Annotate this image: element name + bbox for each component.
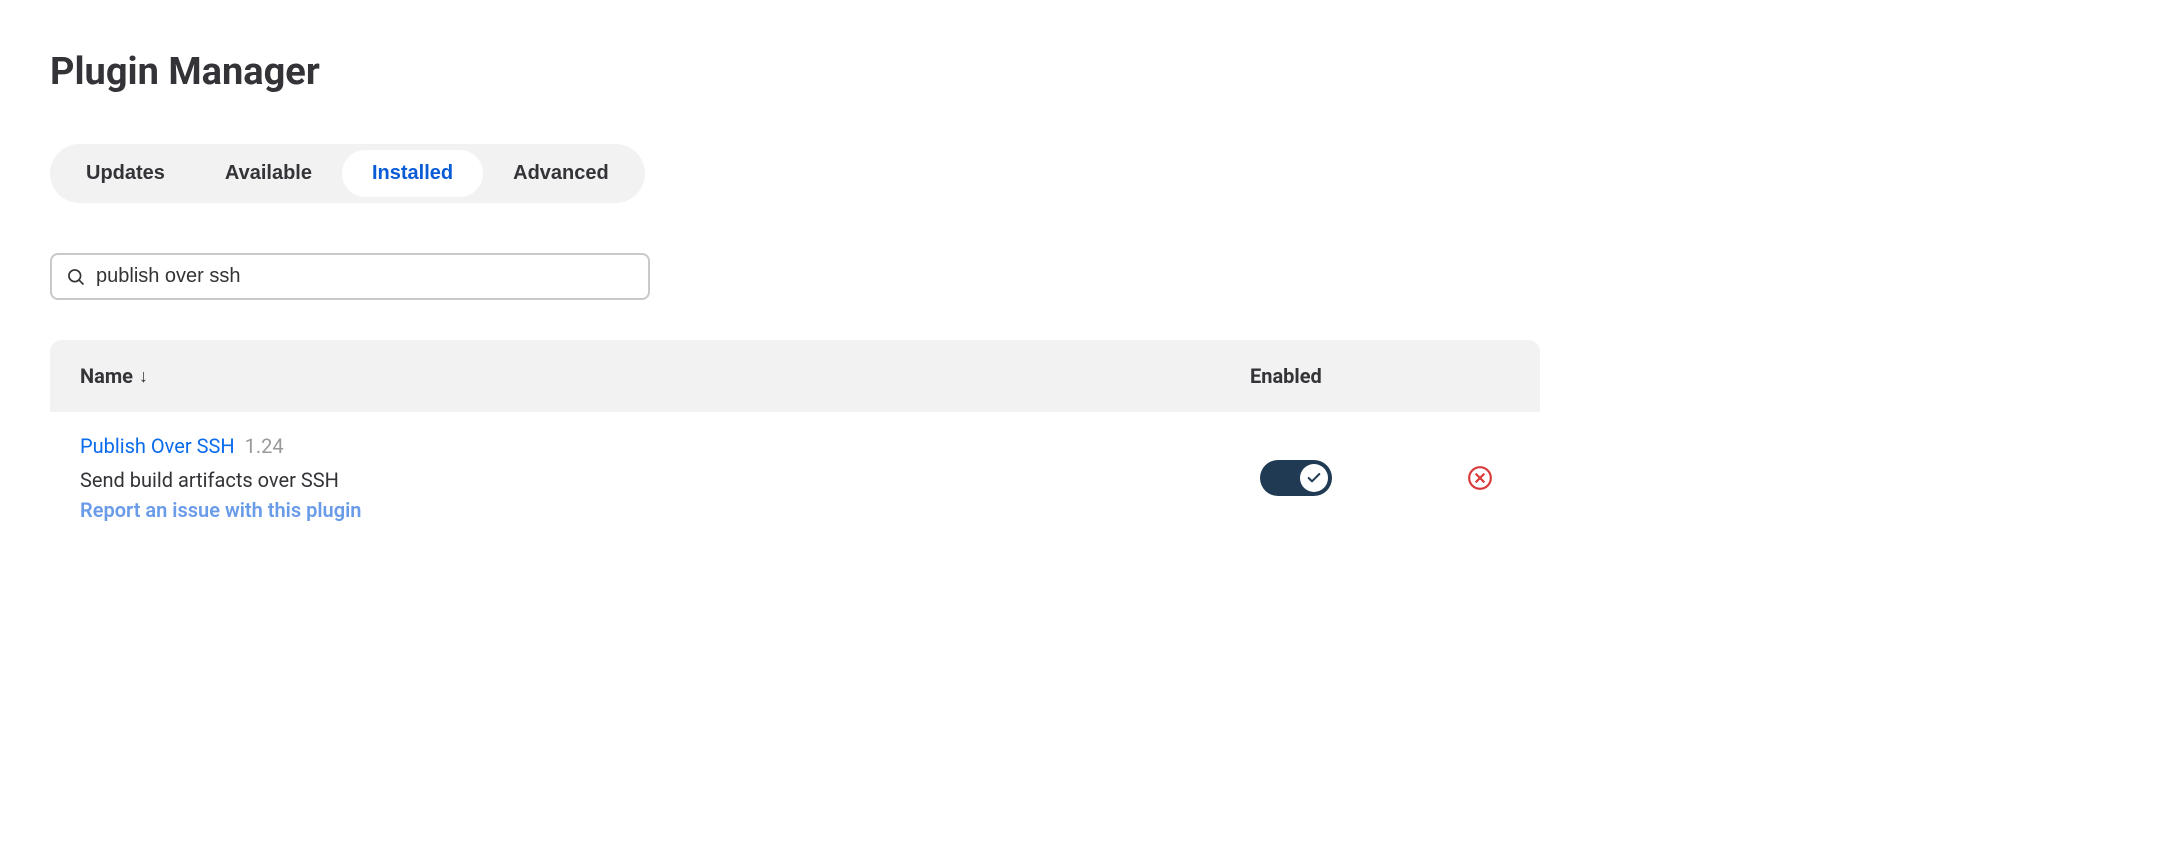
tab-updates[interactable]: Updates xyxy=(56,150,195,197)
column-header-name[interactable]: Name ↓ xyxy=(80,364,1250,388)
search-input[interactable] xyxy=(96,265,634,288)
plugin-version: 1.24 xyxy=(245,434,284,458)
enabled-toggle[interactable] xyxy=(1260,460,1332,496)
plugin-table: Name ↓ Enabled Publish Over SSH 1.24 Sen… xyxy=(50,340,1540,544)
check-icon xyxy=(1306,470,1322,486)
table-row: Publish Over SSH 1.24 Send build artifac… xyxy=(50,412,1540,544)
plugin-description: Send build artifacts over SSH xyxy=(80,468,1250,492)
plugin-report-link[interactable]: Report an issue with this plugin xyxy=(80,498,361,522)
tabs-container: Updates Available Installed Advanced xyxy=(50,144,645,203)
uninstall-column xyxy=(1450,465,1510,491)
page-title: Plugin Manager xyxy=(50,50,2126,94)
tab-advanced[interactable]: Advanced xyxy=(483,150,639,197)
table-header: Name ↓ Enabled xyxy=(50,340,1540,412)
plugin-name-link[interactable]: Publish Over SSH xyxy=(80,434,235,458)
toggle-knob xyxy=(1300,464,1328,492)
plugin-name-line: Publish Over SSH 1.24 xyxy=(80,434,1250,458)
tab-installed[interactable]: Installed xyxy=(342,150,483,197)
search-icon xyxy=(66,267,86,287)
enabled-toggle-column xyxy=(1250,460,1450,496)
search-container[interactable] xyxy=(50,253,650,300)
column-header-enabled[interactable]: Enabled xyxy=(1250,364,1450,388)
tab-available[interactable]: Available xyxy=(195,150,342,197)
uninstall-icon[interactable] xyxy=(1467,465,1493,491)
column-name-label: Name xyxy=(80,364,133,388)
plugin-info: Publish Over SSH 1.24 Send build artifac… xyxy=(80,434,1250,522)
sort-arrow-icon: ↓ xyxy=(139,366,148,387)
